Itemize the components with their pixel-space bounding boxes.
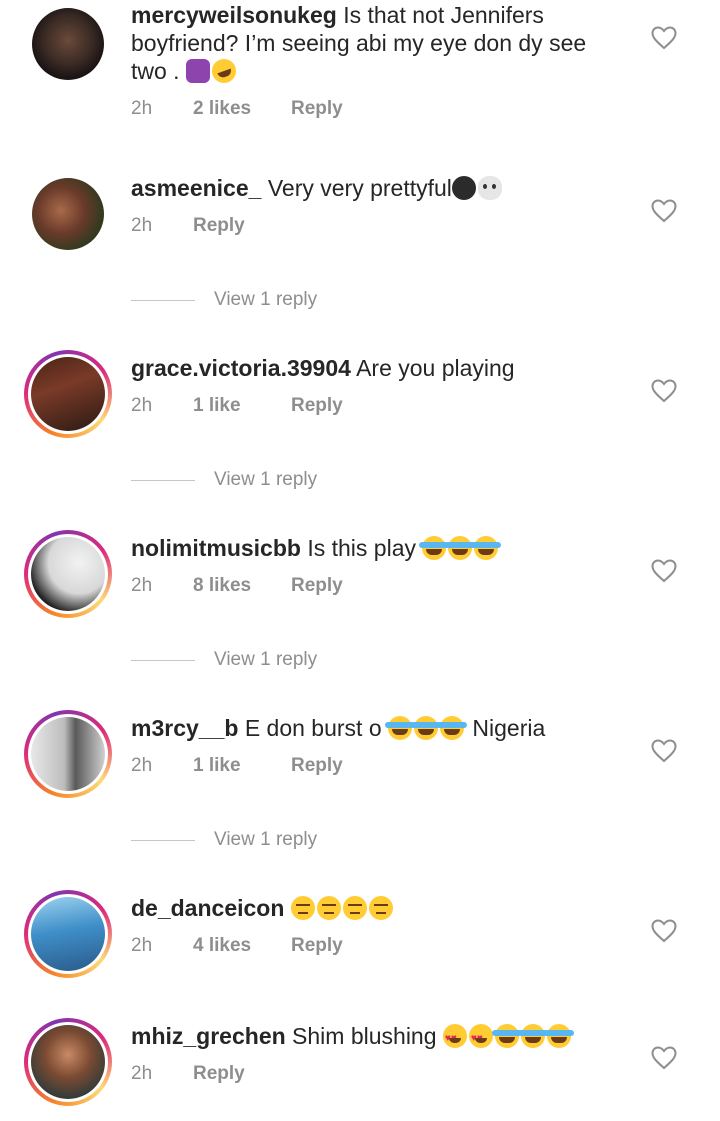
unamused-face-emoji: [342, 896, 367, 920]
avatar-story-ring[interactable]: [24, 710, 112, 798]
avatar: [31, 897, 105, 971]
comment-time: 2h: [131, 1063, 153, 1084]
reply-button[interactable]: Reply: [291, 395, 343, 417]
avatar[interactable]: [24, 0, 112, 88]
comment-text: mhiz_grechen Shim blushing: [131, 1022, 631, 1053]
unamused-face-emoji: [368, 896, 393, 920]
heart-eyes-emoji: [468, 1024, 493, 1053]
comment-username[interactable]: de_danceicon: [131, 895, 284, 921]
reply-button[interactable]: Reply: [193, 215, 245, 237]
comment-username[interactable]: nolimitmusicbb: [131, 535, 301, 561]
rolling-laughing-emoji: [208, 55, 240, 87]
view-replies-button[interactable]: View 1 reply: [131, 289, 317, 311]
heart-outline-icon[interactable]: [651, 199, 677, 223]
comment-body: Are you playing: [356, 355, 515, 381]
reply-button[interactable]: Reply: [193, 1063, 245, 1085]
comment-text: nolimitmusicbb Is this play: [131, 534, 631, 562]
comment-username[interactable]: m3rcy__b: [131, 715, 238, 741]
comment-likes[interactable]: 1 like: [193, 395, 291, 417]
comment-meta: 2h 8 likes Reply: [131, 575, 343, 597]
comment-body: Shim blushing: [292, 1023, 437, 1049]
comment-body: E don burst o: [244, 715, 382, 741]
comment-username[interactable]: asmeenice_: [131, 175, 261, 201]
woman-raising-hand-emoji: [185, 59, 210, 83]
view-replies-label[interactable]: View 1 reply: [214, 829, 317, 851]
heart-eyes-emoji: [442, 1024, 467, 1053]
comment-time: 2h: [131, 755, 153, 776]
avatar: [31, 537, 105, 611]
comment-meta: 2h 1 like Reply: [131, 395, 343, 417]
heart-outline-icon[interactable]: [651, 1046, 677, 1070]
view-replies-button[interactable]: View 1 reply: [131, 649, 317, 671]
comment-likes[interactable]: 1 like: [193, 755, 291, 777]
tears-of-joy-emoji: [411, 716, 442, 740]
comment-time: 2h: [131, 395, 153, 416]
avatar-story-ring[interactable]: [24, 1018, 112, 1106]
comment-username[interactable]: mhiz_grechen: [131, 1023, 286, 1049]
comment-body: Very very prettyful: [267, 175, 452, 201]
tears-of-joy-emoji: [445, 536, 476, 560]
comment-text: mercyweilsonukeg Is that not Jennifers b…: [131, 1, 631, 87]
divider-line: [131, 479, 195, 481]
comment-meta: 2h Reply: [131, 1063, 245, 1085]
unamused-face-emoji: [290, 896, 315, 920]
tears-of-joy-emoji: [517, 1024, 548, 1048]
reply-button[interactable]: Reply: [291, 98, 343, 120]
reply-button[interactable]: Reply: [291, 935, 343, 957]
comment-time: 2h: [131, 935, 153, 956]
comment-text: grace.victoria.39904 Are you playing: [131, 354, 631, 382]
skull-emoji: [477, 176, 502, 200]
view-replies-button[interactable]: View 1 reply: [131, 469, 317, 491]
view-replies-label[interactable]: View 1 reply: [214, 649, 317, 671]
comment-text: asmeenice_ Very very prettyful: [131, 174, 631, 202]
reply-button[interactable]: Reply: [291, 575, 343, 597]
comment-meta: 2h 4 likes Reply: [131, 935, 343, 957]
avatar[interactable]: [24, 170, 112, 258]
divider-line: [131, 839, 195, 841]
divider-line: [131, 659, 195, 661]
divider-line: [131, 299, 195, 301]
view-replies-label[interactable]: View 1 reply: [214, 469, 317, 491]
comment-time: 2h: [131, 575, 153, 596]
avatar: [31, 1025, 105, 1099]
heart-outline-icon[interactable]: [651, 26, 677, 50]
comment-likes[interactable]: 2 likes: [193, 98, 291, 120]
avatar: [31, 357, 105, 431]
comment-body: Is this play: [307, 535, 416, 561]
avatar: [31, 717, 105, 791]
heart-outline-icon[interactable]: [651, 559, 677, 583]
comment-time: 2h: [131, 98, 153, 119]
comment-username[interactable]: mercyweilsonukeg: [131, 2, 337, 28]
comment-body-line3: two .: [131, 58, 180, 84]
comment-body: Is that not Jennifers: [343, 2, 544, 28]
avatar-story-ring[interactable]: [24, 530, 112, 618]
comment-time: 2h: [131, 215, 153, 236]
comment-likes[interactable]: 8 likes: [193, 575, 291, 597]
comment-meta: 2h 2 likes Reply: [131, 98, 343, 120]
tears-of-joy-emoji: [385, 716, 416, 740]
avatar-story-ring[interactable]: [24, 350, 112, 438]
unamused-face-emoji: [316, 896, 341, 920]
tears-of-joy-emoji: [491, 1024, 522, 1048]
comment-likes[interactable]: 4 likes: [193, 935, 291, 957]
comment-username[interactable]: grace.victoria.39904: [131, 355, 351, 381]
comment-text: de_danceicon: [131, 894, 631, 922]
new-moon-face-emoji: [451, 176, 476, 200]
tears-of-joy-emoji: [543, 1024, 574, 1048]
tears-of-joy-emoji: [437, 716, 468, 740]
comment-text: m3rcy__b E don burst o Nigeria: [131, 714, 631, 742]
tears-of-joy-emoji: [419, 536, 450, 560]
heart-outline-icon[interactable]: [651, 739, 677, 763]
reply-button[interactable]: Reply: [291, 755, 343, 777]
avatar-story-ring[interactable]: [24, 890, 112, 978]
comment-body-suffix: Nigeria: [472, 715, 546, 741]
heart-outline-icon[interactable]: [651, 919, 677, 943]
heart-outline-icon[interactable]: [651, 379, 677, 403]
comment-meta: 2h 1 like Reply: [131, 755, 343, 777]
comment-meta: 2h Reply: [131, 215, 245, 237]
view-replies-button[interactable]: View 1 reply: [131, 829, 317, 851]
view-replies-label[interactable]: View 1 reply: [214, 289, 317, 311]
comment-body-line2: boyfriend? I’m seeing abi my eye don dy …: [131, 30, 587, 56]
tears-of-joy-emoji: [471, 536, 502, 560]
